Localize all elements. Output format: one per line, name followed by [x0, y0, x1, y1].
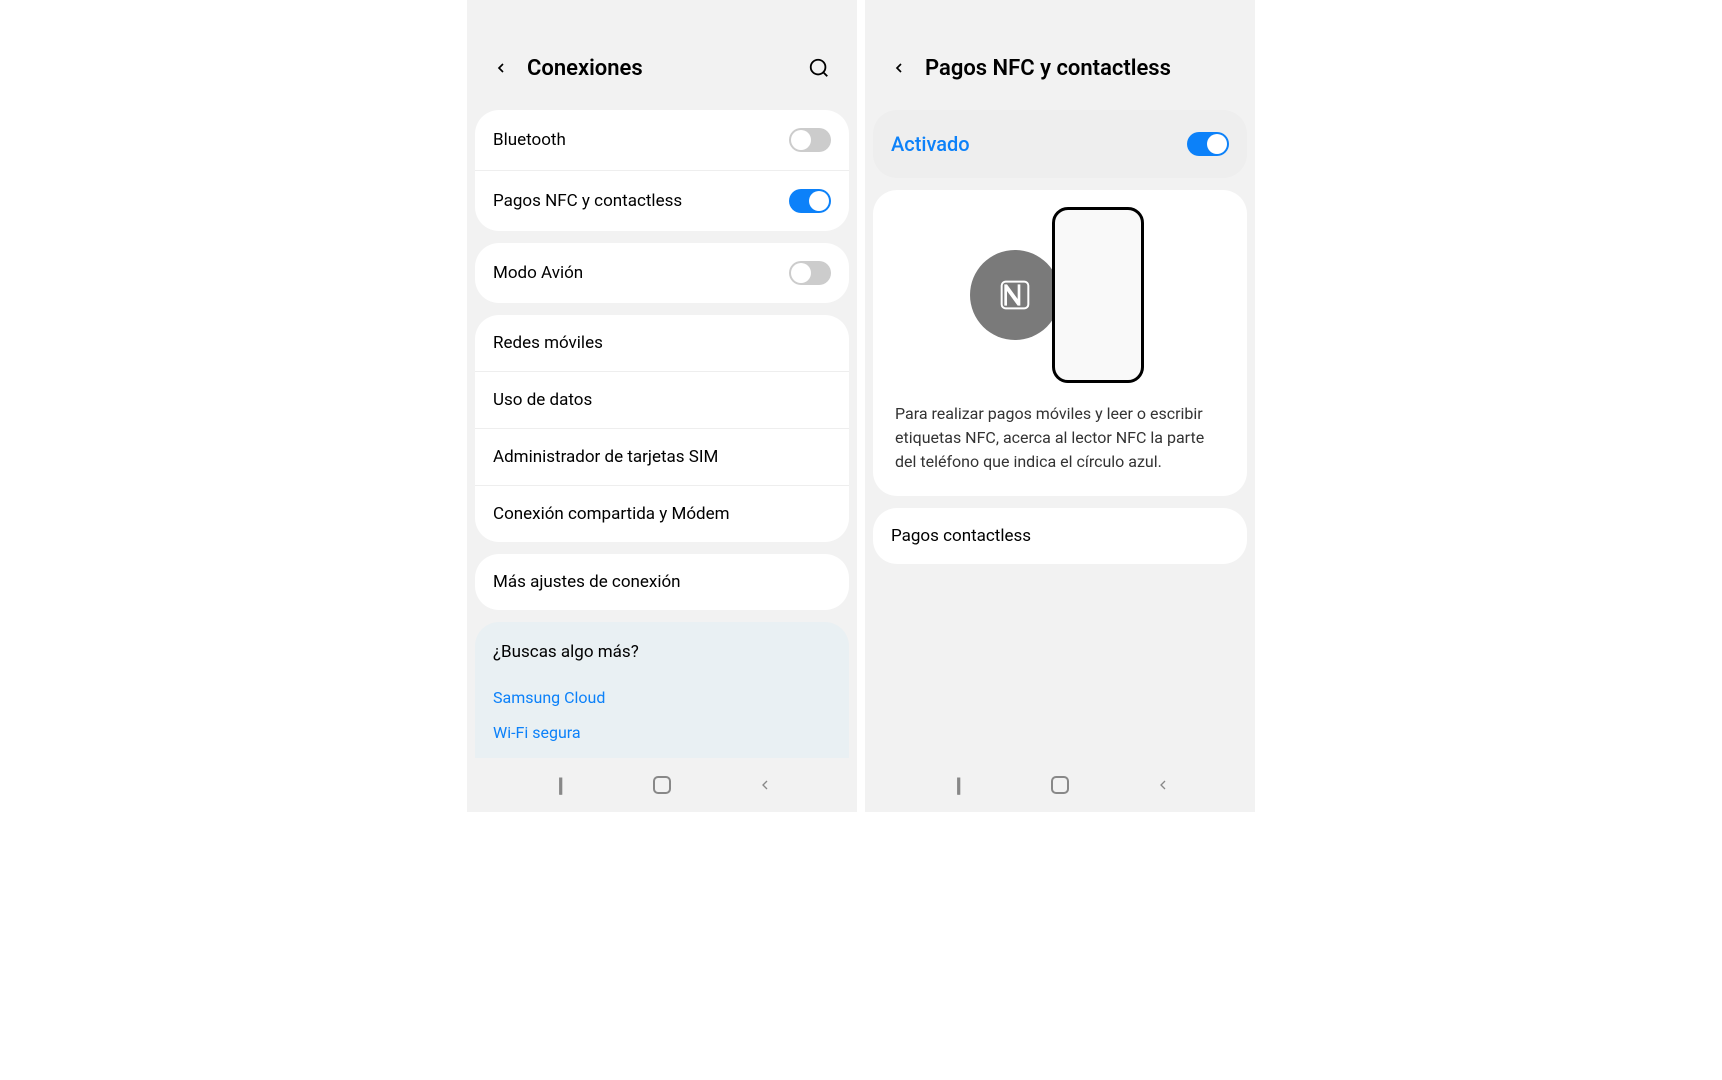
- nfc-icon: [999, 279, 1031, 311]
- activated-card: Activado: [873, 110, 1247, 178]
- nfc-payments-label: Pagos NFC y contactless: [493, 191, 789, 211]
- nav-recents-right[interactable]: |||: [942, 770, 972, 800]
- connections-panel: Conexiones Bluetooth Pagos NFC y contact…: [467, 0, 857, 812]
- navigation-bar-left: |||: [467, 758, 857, 812]
- nav-home-right[interactable]: [1045, 770, 1075, 800]
- bluetooth-label: Bluetooth: [493, 130, 789, 150]
- settings-group-3: Redes móviles Uso de datos Administrador…: [475, 315, 849, 542]
- nfc-detail-panel: Pagos NFC y contactless Activado Para re…: [865, 0, 1255, 812]
- header-right: Pagos NFC y contactless: [865, 0, 1255, 110]
- suggestions-title: ¿Buscas algo más?: [493, 642, 831, 662]
- screenshot-container: Conexiones Bluetooth Pagos NFC y contact…: [467, 0, 1255, 812]
- bluetooth-row[interactable]: Bluetooth: [475, 110, 849, 170]
- sim-manager-row[interactable]: Administrador de tarjetas SIM: [475, 428, 849, 485]
- contactless-card: Pagos contactless: [873, 508, 1247, 564]
- sim-manager-label: Administrador de tarjetas SIM: [493, 447, 831, 467]
- mobile-networks-row[interactable]: Redes móviles: [475, 315, 849, 371]
- phone-outline: [1052, 207, 1144, 383]
- contactless-payments-row[interactable]: Pagos contactless: [873, 508, 1247, 564]
- nfc-reader-circle: [970, 250, 1060, 340]
- back-icon: [757, 777, 773, 793]
- header-left: Conexiones: [467, 0, 857, 110]
- mobile-networks-label: Redes móviles: [493, 333, 831, 353]
- nfc-description: Para realizar pagos móviles y leer o esc…: [873, 370, 1247, 496]
- home-icon: [653, 776, 671, 794]
- data-usage-row[interactable]: Uso de datos: [475, 371, 849, 428]
- back-icon: [1155, 777, 1171, 793]
- samsung-cloud-link[interactable]: Samsung Cloud: [493, 680, 831, 715]
- data-usage-label: Uso de datos: [493, 390, 831, 410]
- activated-label: Activado: [891, 132, 970, 156]
- back-button-right[interactable]: [881, 50, 917, 86]
- chevron-left-icon: [493, 60, 509, 76]
- settings-group-2: Modo Avión: [475, 243, 849, 303]
- nfc-payments-toggle[interactable]: [789, 189, 831, 213]
- bluetooth-toggle[interactable]: [789, 128, 831, 152]
- page-title-right: Pagos NFC y contactless: [925, 56, 1235, 81]
- nfc-info-card: Para realizar pagos móviles y leer o esc…: [873, 190, 1247, 496]
- back-button[interactable]: [483, 50, 519, 86]
- home-icon: [1051, 776, 1069, 794]
- more-connection-settings-label: Más ajustes de conexión: [493, 572, 831, 592]
- suggestions-card: ¿Buscas algo más? Samsung Cloud Wi-Fi se…: [475, 622, 849, 758]
- search-icon: [808, 57, 830, 79]
- more-connection-settings-row[interactable]: Más ajustes de conexión: [475, 554, 849, 610]
- page-title: Conexiones: [527, 56, 801, 81]
- activated-toggle[interactable]: [1187, 132, 1229, 156]
- content-left: Bluetooth Pagos NFC y contactless Modo A…: [467, 110, 857, 758]
- nav-home[interactable]: [647, 770, 677, 800]
- nav-back[interactable]: [750, 770, 780, 800]
- nav-back-right[interactable]: [1148, 770, 1178, 800]
- chevron-left-icon: [891, 60, 907, 76]
- nfc-payments-row[interactable]: Pagos NFC y contactless: [475, 170, 849, 231]
- hotspot-label: Conexión compartida y Módem: [493, 504, 831, 524]
- recents-icon: |||: [557, 773, 560, 797]
- airplane-mode-row[interactable]: Modo Avión: [475, 243, 849, 303]
- nav-recents[interactable]: |||: [544, 770, 574, 800]
- content-right: Activado Para realizar pagos móviles y l…: [865, 110, 1255, 576]
- hotspot-row[interactable]: Conexión compartida y Módem: [475, 485, 849, 542]
- activated-row[interactable]: Activado: [873, 110, 1247, 178]
- navigation-bar-right: |||: [865, 758, 1255, 812]
- airplane-mode-toggle[interactable]: [789, 261, 831, 285]
- airplane-mode-label: Modo Avión: [493, 263, 789, 283]
- nfc-illustration: [873, 190, 1247, 370]
- settings-group-4: Más ajustes de conexión: [475, 554, 849, 610]
- search-button[interactable]: [801, 50, 837, 86]
- recents-icon: |||: [955, 773, 958, 797]
- settings-group-1: Bluetooth Pagos NFC y contactless: [475, 110, 849, 231]
- contactless-payments-label: Pagos contactless: [891, 526, 1229, 546]
- wifi-secure-link[interactable]: Wi-Fi segura: [493, 715, 831, 750]
